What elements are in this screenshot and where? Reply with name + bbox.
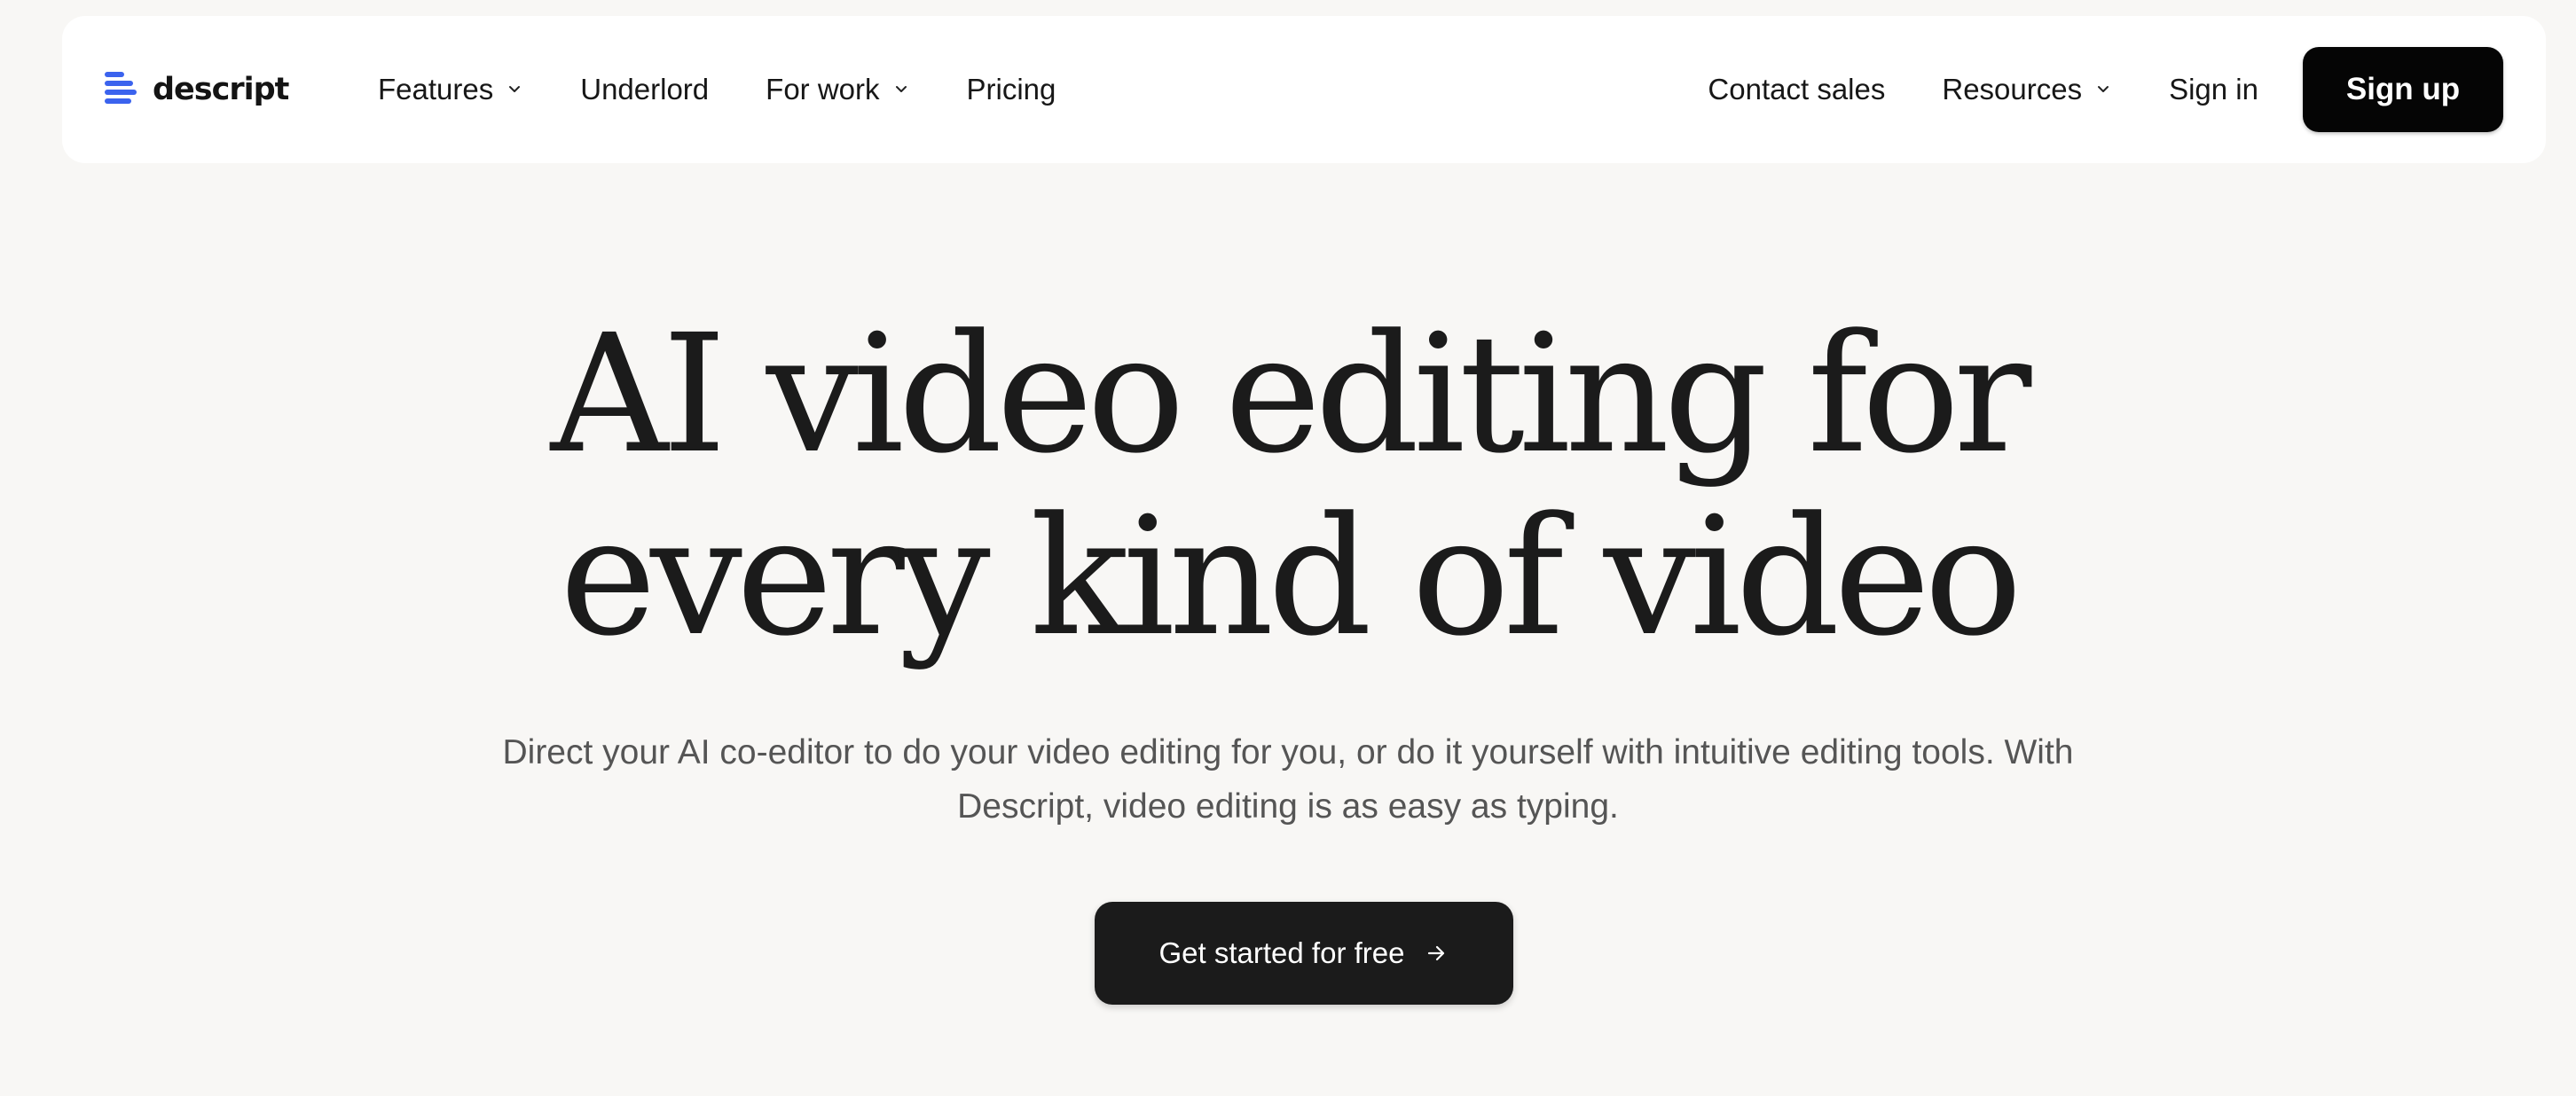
hero-title-line-1: AI video editing for bbox=[550, 300, 2032, 489]
nav-item-underlord[interactable]: Underlord bbox=[580, 60, 709, 119]
chevron-down-icon bbox=[895, 86, 907, 92]
descript-logo-link[interactable]: descript bbox=[105, 70, 289, 109]
nav-item-label: Contact sales bbox=[1708, 73, 1886, 106]
nav-item-label: Pricing bbox=[966, 73, 1056, 106]
nav-item-label: Features bbox=[378, 73, 494, 106]
contact-sales-link[interactable]: Contact sales bbox=[1708, 60, 1885, 119]
nav-item-pricing[interactable]: Pricing bbox=[967, 60, 1056, 119]
nav-item-label: Sign in bbox=[2169, 73, 2258, 106]
secondary-nav: Contact sales Resources Sign in Sign up bbox=[1708, 47, 2503, 132]
hero-subtitle: Direct your AI co-editor to do your vide… bbox=[502, 733, 2074, 826]
nav-item-for-work[interactable]: For work bbox=[766, 60, 909, 119]
nav-item-features[interactable]: Features bbox=[378, 60, 523, 119]
nav-item-resources[interactable]: Resources bbox=[1942, 60, 2112, 119]
nav-item-label: For work bbox=[766, 73, 880, 106]
get-started-label: Get started for free bbox=[1158, 936, 1405, 969]
hero-title-line-2: every kind of video bbox=[560, 482, 2022, 672]
top-navbar: descript Features Underlord For work Pri… bbox=[62, 16, 2546, 163]
descript-logo-icon bbox=[105, 72, 137, 104]
get-started-button[interactable]: Get started for free bbox=[1095, 902, 1513, 1005]
nav-item-label: Resources bbox=[1942, 73, 2083, 106]
sign-up-button[interactable]: Sign up bbox=[2303, 47, 2503, 132]
brand-name: descript bbox=[153, 72, 289, 107]
primary-nav: Features Underlord For work Pricing bbox=[378, 60, 1056, 119]
chevron-down-icon bbox=[509, 86, 521, 92]
nav-item-label: Underlord bbox=[580, 73, 710, 106]
arrow-right-icon bbox=[1428, 945, 1445, 961]
sign-in-link[interactable]: Sign in bbox=[2169, 60, 2258, 119]
chevron-down-icon bbox=[2098, 86, 2109, 92]
hero-title: AI video editing for every kind of video bbox=[0, 303, 2576, 669]
